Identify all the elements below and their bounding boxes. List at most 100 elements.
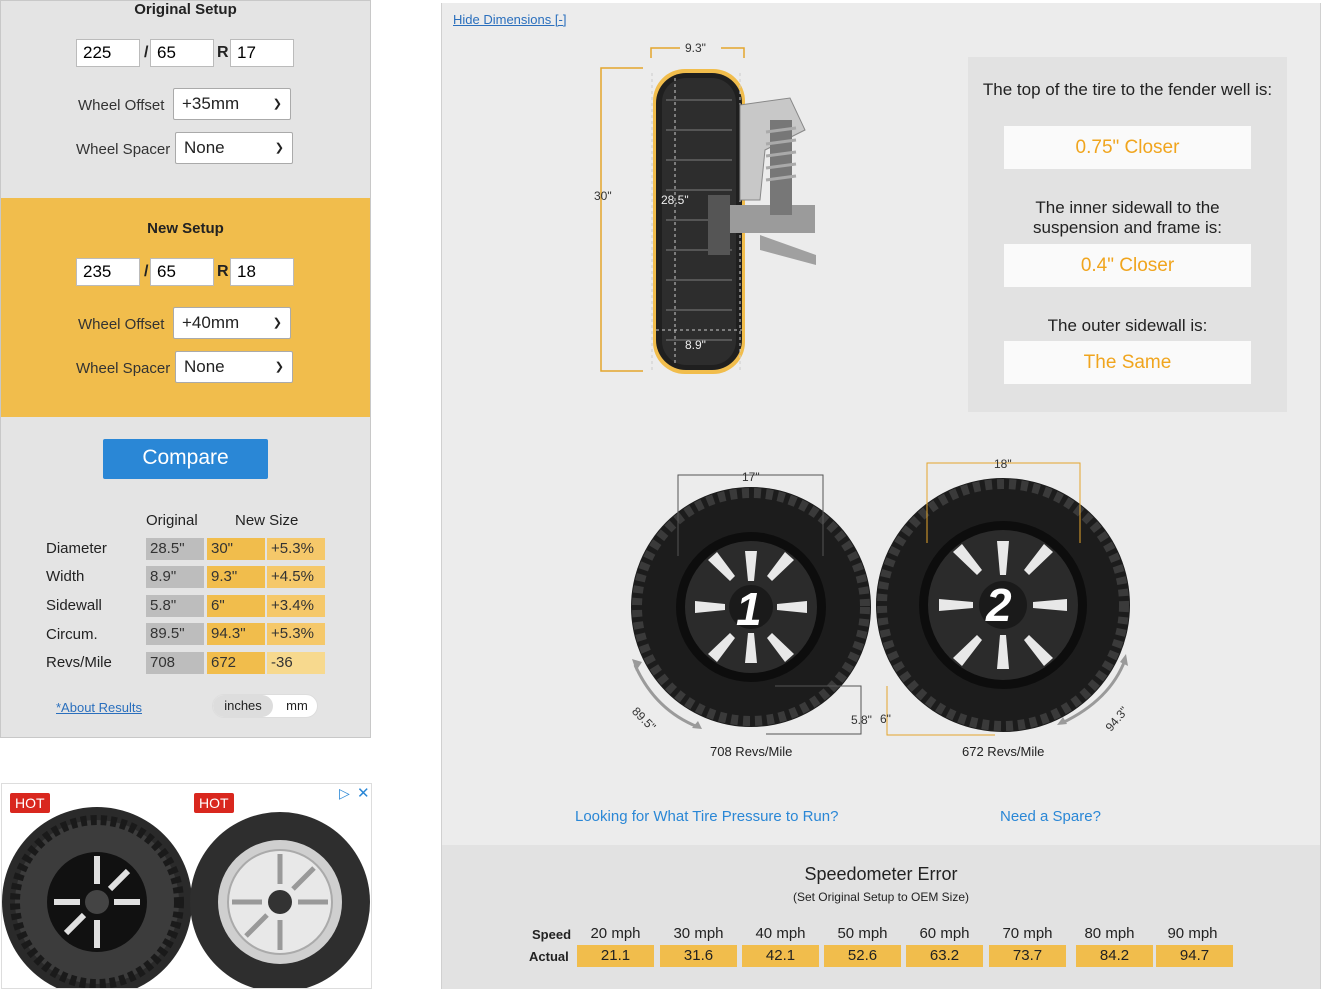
new-spacer-label: Wheel Spacer: [76, 360, 171, 377]
speed-value: 90 mph: [1167, 925, 1218, 942]
wheel1-rim-dimension: 17": [742, 470, 760, 484]
wheel1-number: 1: [736, 583, 762, 635]
hot-badge: HOT: [10, 793, 50, 813]
row-label: Sidewall: [46, 597, 102, 614]
close-icon[interactable]: ✕: [357, 784, 370, 802]
fender-answer: 0.75" Closer: [1004, 126, 1251, 169]
outer-sidewall-answer: The Same: [1004, 341, 1251, 384]
col-new-header: New Size: [235, 512, 299, 529]
actual-value: 73.7: [989, 945, 1066, 967]
new-value: 9.3": [207, 566, 265, 588]
new-value: 94.3": [207, 623, 265, 645]
diff-value: +3.4%: [267, 595, 325, 617]
new-spacer-select[interactable]: None ❯: [175, 351, 293, 383]
row-label: Diameter: [46, 540, 107, 557]
wheel2-rim-dimension: 18": [994, 457, 1012, 471]
actual-value: 63.2: [906, 945, 983, 967]
ad-banner[interactable]: HOT HOT ▷ ✕: [1, 783, 372, 989]
original-setup-title: Original Setup: [134, 1, 237, 18]
speed-value: 50 mph: [837, 925, 888, 942]
original-ratio-input[interactable]: [150, 39, 214, 67]
outer-sidewall-question: The outer sidewall is:: [1047, 316, 1208, 335]
original-value: 89.5": [146, 623, 204, 645]
unit-toggle[interactable]: inches mm: [212, 694, 318, 718]
original-width-input[interactable]: [76, 39, 140, 67]
hot-badge: HOT: [194, 793, 234, 813]
speed-value: 60 mph: [919, 925, 970, 942]
row-label: Circum.: [46, 626, 98, 643]
chevron-down-icon: ❯: [272, 98, 282, 110]
actual-value: 52.6: [824, 945, 901, 967]
about-results-link[interactable]: *About Results: [56, 700, 142, 715]
original-value: 708: [146, 652, 204, 674]
wheel2-revs: 672 Revs/Mile: [962, 744, 1045, 759]
wheel1-sidewall: 5.8": [851, 713, 872, 727]
speed-value: 40 mph: [755, 925, 806, 942]
original-width-dimension: 8.9": [685, 338, 706, 352]
original-value: 28.5": [146, 538, 204, 560]
original-spacer-value: None: [184, 138, 225, 157]
fender-question: The top of the tire to the fender well i…: [982, 80, 1273, 99]
compare-button[interactable]: Compare: [103, 439, 268, 479]
slash-separator: /: [144, 263, 149, 280]
original-value: 8.9": [146, 566, 204, 588]
r-separator: R: [217, 263, 229, 280]
r-separator: R: [217, 44, 229, 61]
actual-value: 31.6: [660, 945, 737, 967]
actual-value: 21.1: [577, 945, 654, 967]
chevron-down-icon: ❯: [274, 142, 284, 154]
actual-label: Actual: [529, 949, 569, 964]
diff-value: +4.5%: [267, 566, 325, 588]
new-value: 6": [207, 595, 265, 617]
wheel1-revs: 708 Revs/Mile: [710, 744, 793, 759]
original-rim-input[interactable]: [230, 39, 294, 67]
tire-pressure-link[interactable]: Looking for What Tire Pressure to Run?: [575, 808, 838, 825]
speed-value: 80 mph: [1084, 925, 1135, 942]
original-offset-label: Wheel Offset: [78, 97, 165, 114]
new-width-input[interactable]: [76, 258, 140, 286]
new-offset-label: Wheel Offset: [78, 316, 165, 333]
original-offset-select[interactable]: +35mm ❯: [173, 88, 291, 120]
actual-value: 84.2: [1076, 945, 1153, 967]
chevron-down-icon: ❯: [272, 317, 282, 329]
tire-side-diagram: [600, 47, 816, 374]
speed-value: 70 mph: [1002, 925, 1053, 942]
new-height-dimension: 30": [594, 189, 612, 203]
inner-sidewall-answer: 0.4" Closer: [1004, 244, 1251, 287]
row-label: Width: [46, 568, 85, 585]
original-offset-value: +35mm: [182, 94, 240, 113]
actual-value: 42.1: [742, 945, 819, 967]
unit-inches-option[interactable]: inches: [213, 695, 273, 717]
new-width-dimension: 9.3": [685, 41, 706, 55]
new-rim-input[interactable]: [230, 258, 294, 286]
new-value: 30": [207, 538, 265, 560]
original-height-dimension: 28.5": [661, 193, 689, 207]
need-spare-link[interactable]: Need a Spare?: [1000, 808, 1101, 825]
diff-value: +5.3%: [267, 623, 325, 645]
original-spacer-select[interactable]: None ❯: [175, 132, 293, 164]
row-label: Revs/Mile: [46, 654, 112, 671]
adchoices-icon[interactable]: ▷: [339, 785, 350, 802]
speedometer-subtitle: (Set Original Setup to OEM Size): [792, 890, 970, 904]
col-original-header: Original: [146, 512, 198, 529]
diff-value: -36: [267, 652, 325, 674]
unit-mm-option[interactable]: mm: [279, 695, 315, 717]
original-value: 5.8": [146, 595, 204, 617]
diff-value: +5.3%: [267, 538, 325, 560]
speed-value: 20 mph: [590, 925, 641, 942]
speed-label: Speed: [532, 927, 572, 942]
new-offset-select[interactable]: +40mm ❯: [173, 307, 291, 339]
wheel2-number: 2: [986, 579, 1012, 631]
new-value: 672: [207, 652, 265, 674]
new-offset-value: +40mm: [182, 313, 240, 332]
wheel-comparison-diagram: [631, 462, 1130, 736]
hide-dimensions-link[interactable]: Hide Dimensions [-]: [453, 12, 566, 27]
new-spacer-value: None: [184, 357, 225, 376]
wheel2-sidewall: 6": [880, 712, 891, 726]
new-ratio-input[interactable]: [150, 258, 214, 286]
chevron-down-icon: ❯: [274, 361, 284, 373]
new-setup-title: New Setup: [147, 220, 224, 237]
speedometer-title: Speedometer Error: [804, 864, 958, 884]
actual-value: 94.7: [1156, 945, 1233, 967]
inner-sidewall-question: The inner sidewall to the suspension and…: [1033, 198, 1222, 237]
